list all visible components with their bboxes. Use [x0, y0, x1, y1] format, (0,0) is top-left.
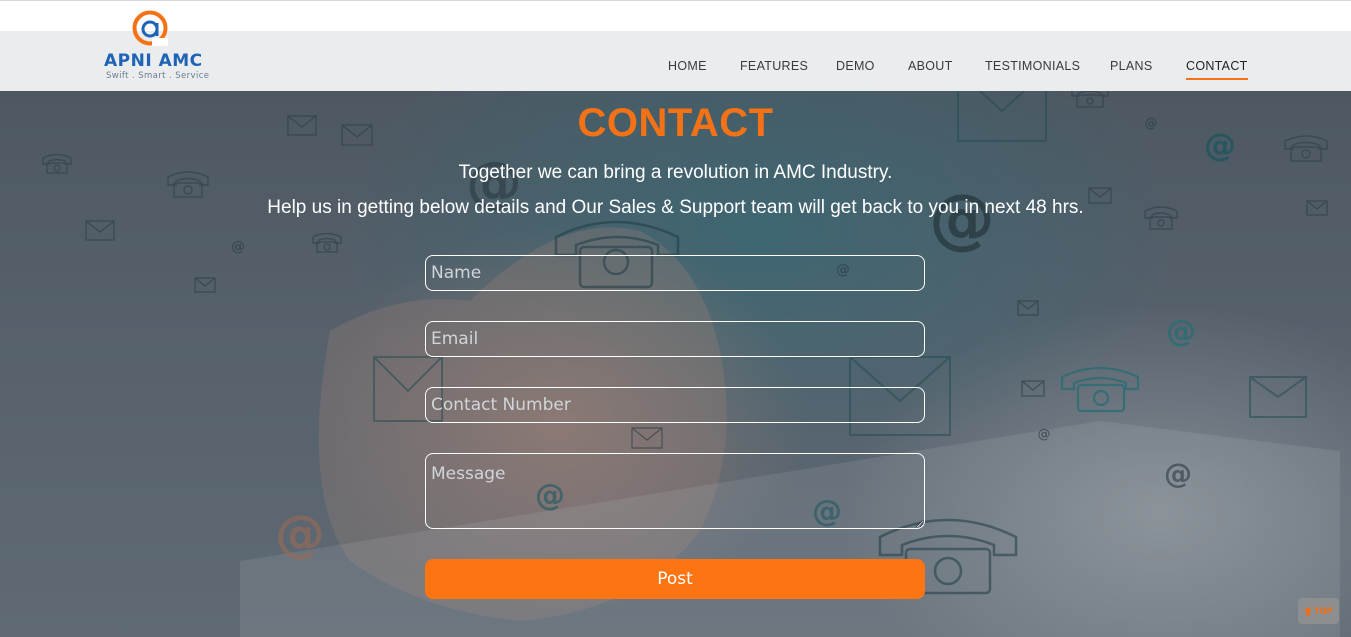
nav-contact-link[interactable]: CONTACT — [1186, 59, 1248, 80]
page-title: CONTACT — [577, 101, 774, 145]
contact-number-input[interactable] — [425, 387, 925, 423]
at-sign-icon: @ — [231, 239, 245, 255]
nav-home-link[interactable]: HOME — [668, 59, 707, 78]
envelope-icon — [1017, 300, 1039, 316]
at-sign-logo-icon — [132, 10, 168, 46]
brand-name: APNI AMC — [104, 51, 203, 71]
contact-section: @ @ @ @ @ @ @ @ @ @ @ @ CONTACT Together… — [0, 91, 1351, 637]
name-input[interactable] — [425, 255, 925, 291]
nav-demo-link[interactable]: DEMO — [836, 59, 875, 78]
scroll-to-top-button[interactable]: TOP — [1298, 598, 1339, 624]
at-sign-icon: @ — [1164, 457, 1192, 490]
subtitle-line-1: Together we can bring a revolution in AM… — [458, 162, 893, 183]
at-sign-icon: @ — [1038, 427, 1051, 442]
brand-tagline: Swift . Smart . Service — [106, 71, 210, 81]
top-strip — [0, 0, 1351, 31]
envelope-icon — [1021, 380, 1045, 397]
envelope-icon — [194, 277, 216, 293]
telephone-icon — [1060, 366, 1140, 413]
nav-testimonials-link[interactable]: TESTIMONIALS — [985, 59, 1080, 78]
large-envelope-icon — [1249, 376, 1307, 418]
post-button[interactable]: Post — [425, 559, 925, 599]
telephone-icon — [312, 232, 342, 253]
envelope-icon — [85, 220, 115, 241]
brand-logo[interactable]: APNI AMC Swift . Smart . Service — [104, 10, 209, 84]
nav-about-link[interactable]: ABOUT — [908, 59, 953, 78]
at-sign-icon: @ — [1166, 314, 1196, 349]
arrow-up-icon — [1304, 606, 1313, 616]
scroll-to-top-label: TOP — [1314, 606, 1333, 616]
email-input[interactable] — [425, 321, 925, 357]
at-sign-icon: @ — [275, 505, 325, 563]
message-textarea[interactable] — [425, 453, 925, 529]
nav-plans-link[interactable]: PLANS — [1110, 59, 1153, 78]
nav-features-link[interactable]: FEATURES — [740, 59, 808, 78]
site-header: HOME FEATURES DEMO ABOUT TESTIMONIALS PL… — [0, 31, 1351, 91]
subtitle-line-2: Help us in getting below details and Our… — [267, 197, 1084, 218]
